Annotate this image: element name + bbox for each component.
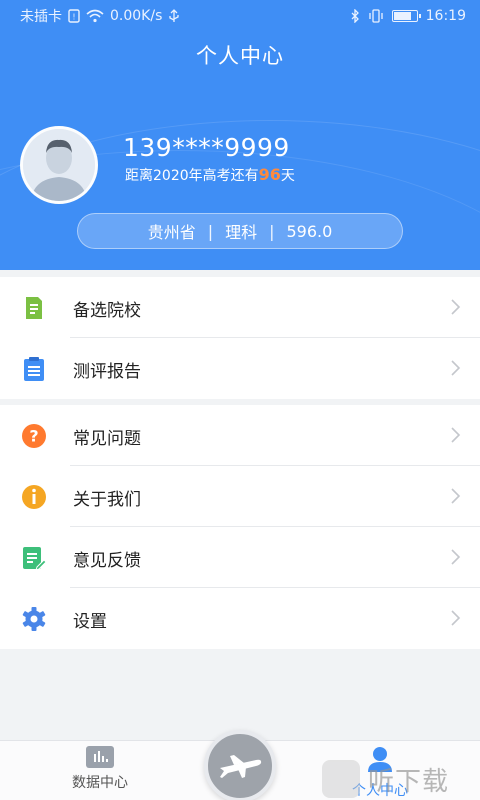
- airplane-icon: [220, 755, 262, 778]
- separator: |: [207, 221, 214, 241]
- gear-icon: [22, 607, 46, 631]
- separator: |: [269, 221, 275, 241]
- menu-item-faq[interactable]: ? 常见问题: [0, 405, 480, 466]
- user-phone: 139****9999: [123, 133, 290, 162]
- watermark-logo: [322, 760, 360, 798]
- chevron-right-icon: [451, 488, 461, 504]
- menu-item-settings[interactable]: 设置: [0, 588, 480, 649]
- menu-item-label: 备选院校: [73, 301, 141, 321]
- status-bar: 未插卡 ! 0.00K/s 16:19: [0, 0, 480, 32]
- countdown-suffix: 天: [280, 168, 295, 184]
- vibrate-icon: [368, 9, 383, 23]
- menu-item-label: 测评报告: [73, 362, 141, 382]
- bluetooth-icon: [351, 9, 359, 23]
- countdown-days: 96: [258, 165, 281, 184]
- avatar[interactable]: [20, 126, 98, 204]
- school-list-icon: [26, 297, 42, 319]
- default-avatar-icon: [23, 129, 95, 201]
- subject-label: 理科: [225, 223, 258, 242]
- chevron-right-icon: [451, 549, 461, 565]
- network-speed: 0.00K/s: [110, 8, 163, 24]
- countdown-prefix: 距离2020年高考还有: [125, 168, 259, 184]
- menu-item-label: 关于我们: [73, 490, 141, 510]
- svg-text:!: !: [72, 13, 75, 22]
- report-clipboard-icon: [24, 357, 44, 381]
- score-label: 596.0: [286, 221, 333, 241]
- watermark: 听下载: [322, 758, 480, 800]
- question-icon: ?: [22, 424, 46, 448]
- chevron-right-icon: [451, 610, 461, 626]
- nav-data-center[interactable]: 数据中心: [60, 746, 140, 796]
- carrier-text: 未插卡: [20, 9, 62, 25]
- info-icon: [22, 485, 46, 509]
- menu-item-label: 意见反馈: [73, 551, 141, 571]
- menu-item-assessment-report[interactable]: 测评报告: [0, 338, 480, 399]
- page-title: 个人中心: [196, 44, 284, 68]
- clock: 16:19: [425, 8, 466, 24]
- profile-header: 未插卡 ! 0.00K/s 16:19 个人中心 139****9999 距离2…: [0, 0, 480, 270]
- feedback-icon: [23, 547, 47, 571]
- menu-item-about-us[interactable]: 关于我们: [0, 466, 480, 527]
- battery-icon: [391, 10, 421, 22]
- menu-item-label: 设置: [73, 612, 107, 632]
- menu-item-feedback[interactable]: 意见反馈: [0, 527, 480, 588]
- menu-group-primary: 备选院校 测评报告: [0, 277, 480, 399]
- menu-item-candidate-schools[interactable]: 备选院校: [0, 277, 480, 338]
- score-info-pill[interactable]: 贵州省 | 理科 | 596.0: [77, 213, 403, 249]
- data-center-icon: [86, 746, 114, 768]
- usb-icon: [169, 9, 180, 22]
- chevron-right-icon: [451, 299, 461, 315]
- watermark-text: 听下载: [368, 766, 450, 797]
- svg-text:?: ?: [29, 427, 38, 446]
- sim-icon: !: [68, 9, 80, 23]
- chevron-right-icon: [451, 427, 461, 443]
- center-action-button[interactable]: [204, 730, 276, 800]
- menu-item-label: 常见问题: [73, 429, 141, 449]
- province-label: 贵州省: [147, 223, 196, 242]
- chevron-right-icon: [451, 360, 461, 376]
- wifi-icon: [86, 9, 104, 23]
- exam-countdown: 距离2020年高考还有96天: [125, 165, 295, 185]
- menu-group-secondary: ? 常见问题 关于我们 意见反馈 设置: [0, 405, 480, 649]
- nav-label: 数据中心: [72, 775, 128, 791]
